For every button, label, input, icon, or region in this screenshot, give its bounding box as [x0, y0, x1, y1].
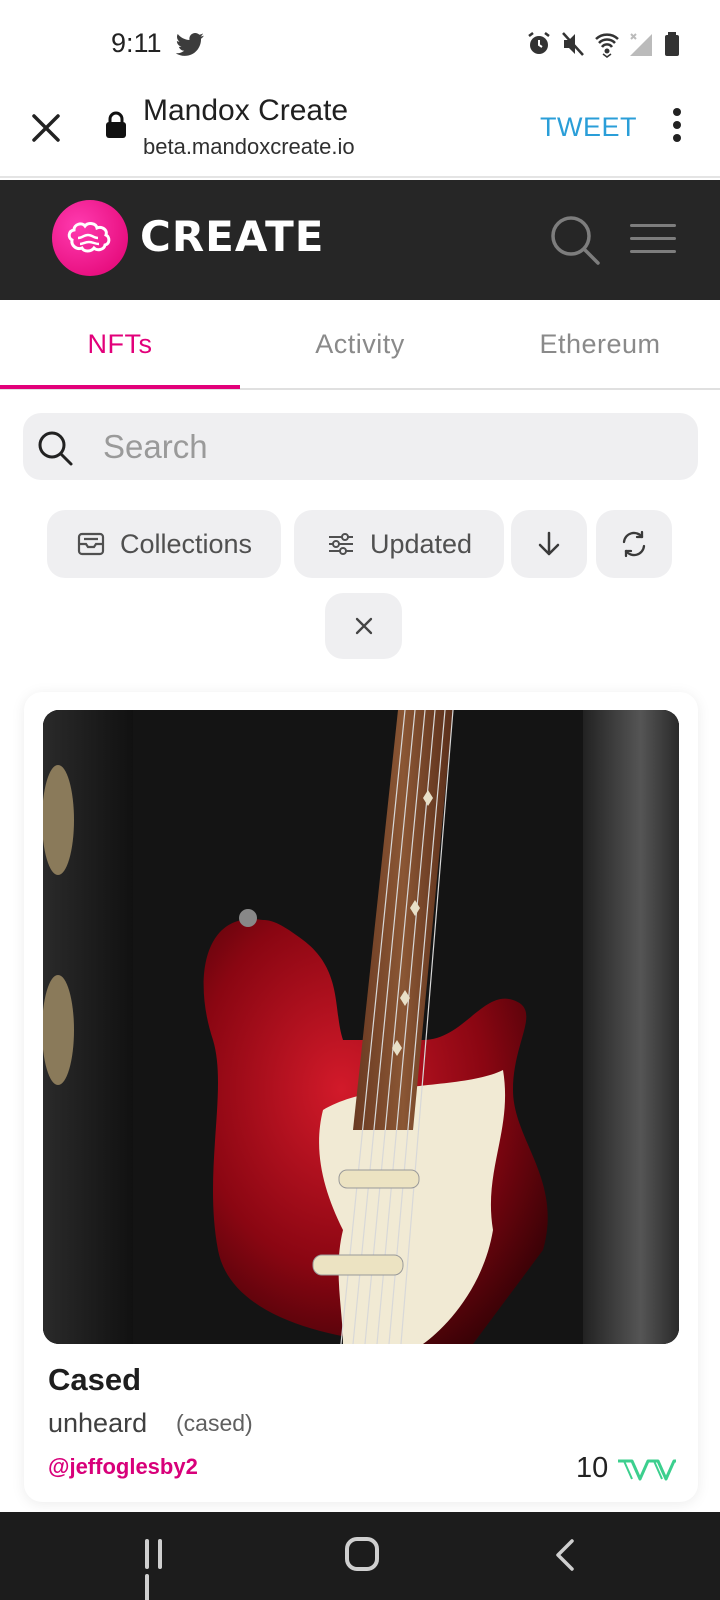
status-icons: [526, 30, 682, 58]
hamburger-menu-icon[interactable]: [630, 224, 676, 254]
sort-filter-button[interactable]: Updated: [294, 510, 504, 578]
lock-icon: [106, 111, 126, 138]
clear-filters-button[interactable]: [325, 593, 402, 659]
browser-bar: Mandox Create beta.mandoxcreate.io TWEET: [0, 90, 720, 178]
search-box[interactable]: [23, 413, 698, 480]
nft-title[interactable]: Cased: [48, 1362, 141, 1398]
tab-ethereum[interactable]: Ethereum: [480, 300, 720, 388]
search-input[interactable]: [79, 413, 679, 480]
collections-filter-button[interactable]: Collections: [47, 510, 281, 578]
recents-icon[interactable]: [145, 1539, 177, 1600]
nft-price: 10: [576, 1452, 609, 1484]
brand-name[interactable]: CREATE: [140, 212, 324, 261]
tab-nfts[interactable]: NFTs: [0, 300, 240, 388]
refresh-button[interactable]: [596, 510, 672, 578]
more-options-icon[interactable]: [668, 108, 686, 146]
search-icon[interactable]: [548, 213, 602, 267]
arrow-down-icon: [538, 531, 560, 556]
tab-bar: NFTs Activity Ethereum: [0, 300, 720, 390]
site-url[interactable]: beta.mandoxcreate.io: [143, 134, 355, 160]
active-tab-indicator: [0, 385, 240, 389]
wifi-icon: [595, 33, 619, 58]
battery-icon: [665, 32, 679, 56]
tweet-button[interactable]: TWEET: [540, 112, 637, 143]
nft-collection-tag: (cased): [176, 1410, 253, 1436]
tab-activity[interactable]: Activity: [240, 300, 480, 388]
signal-icon: [630, 33, 652, 56]
back-icon[interactable]: [550, 1537, 580, 1573]
mute-icon: [562, 32, 584, 56]
close-icon[interactable]: [28, 110, 64, 146]
home-icon[interactable]: [345, 1537, 379, 1571]
sort-direction-button[interactable]: [511, 510, 587, 578]
nft-collection[interactable]: unheard: [48, 1408, 147, 1439]
status-time: 9:11: [111, 28, 162, 58]
close-icon: [355, 617, 372, 635]
nft-owner[interactable]: @jeffoglesby2: [48, 1454, 198, 1480]
nft-image[interactable]: [43, 710, 679, 1344]
mandox-token-icon: [618, 1459, 676, 1481]
search-icon: [38, 431, 73, 466]
sort-label: Updated: [369, 528, 473, 559]
collections-label: Collections: [119, 528, 253, 559]
sliders-icon: [328, 533, 353, 555]
brand-logo-icon[interactable]: [52, 200, 128, 276]
alarm-icon: [528, 32, 550, 54]
site-title: Mandox Create: [143, 94, 349, 127]
refresh-icon: [622, 530, 646, 558]
nft-card[interactable]: Cased unheard (cased) @jeffoglesby2 10: [24, 692, 698, 1502]
collections-icon: [77, 532, 105, 556]
status-bar: 9:11: [0, 0, 720, 90]
twitter-icon: [175, 33, 204, 56]
